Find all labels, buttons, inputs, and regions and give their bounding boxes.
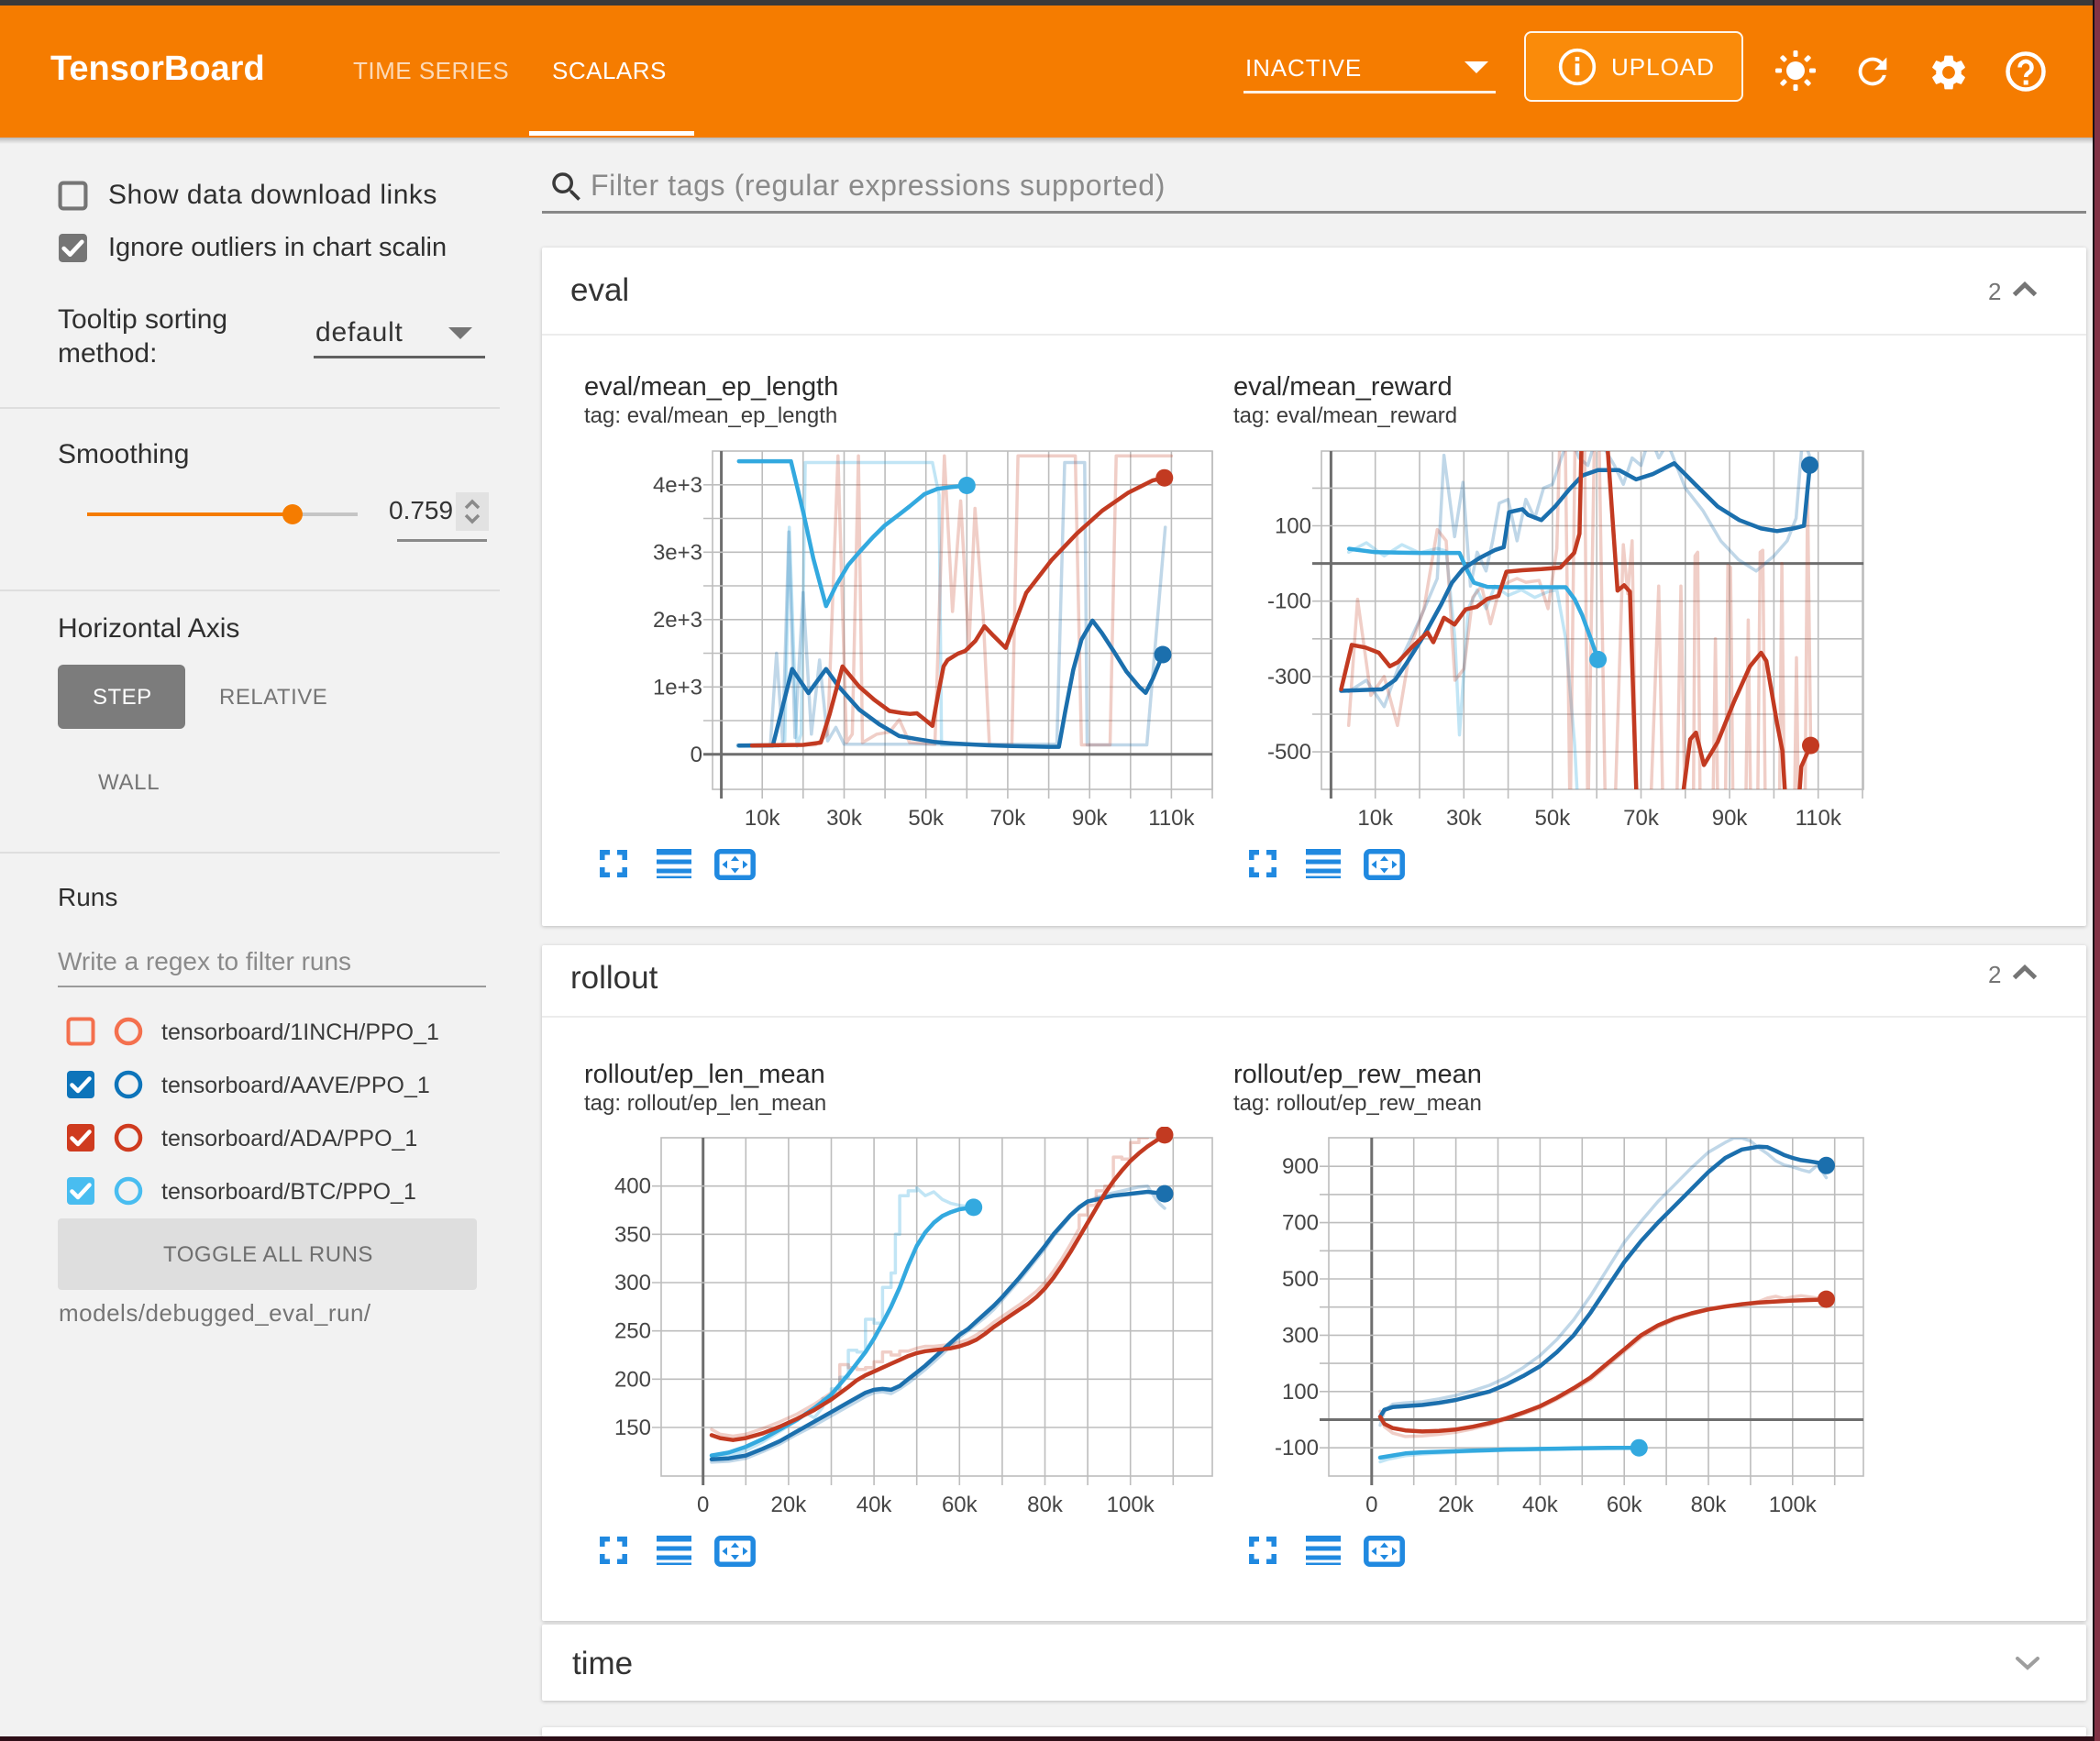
svg-text:40k: 40k	[1522, 1493, 1559, 1517]
svg-text:40k: 40k	[857, 1493, 893, 1517]
svg-text:-500: -500	[1267, 740, 1311, 765]
svg-text:110k: 110k	[1148, 806, 1195, 831]
svg-text:400: 400	[614, 1174, 651, 1199]
svg-text:10k: 10k	[745, 806, 781, 831]
svg-text:700: 700	[1282, 1211, 1319, 1236]
svg-text:300: 300	[1282, 1323, 1319, 1348]
svg-text:500: 500	[1282, 1267, 1319, 1292]
svg-text:100: 100	[1282, 1380, 1319, 1405]
svg-text:30k: 30k	[826, 806, 863, 831]
svg-text:150: 150	[614, 1416, 651, 1440]
svg-text:250: 250	[614, 1319, 651, 1344]
svg-text:30k: 30k	[1446, 806, 1483, 831]
svg-text:0: 0	[1365, 1493, 1377, 1517]
svg-text:10k: 10k	[1357, 806, 1394, 831]
svg-text:3e+3: 3e+3	[653, 540, 702, 565]
svg-text:90k: 90k	[1072, 806, 1109, 831]
svg-text:100: 100	[1275, 514, 1311, 539]
svg-text:300: 300	[614, 1271, 651, 1295]
svg-text:200: 200	[614, 1367, 651, 1392]
svg-text:900: 900	[1282, 1154, 1319, 1179]
svg-text:0: 0	[697, 1493, 709, 1517]
svg-text:90k: 90k	[1712, 806, 1749, 831]
svg-text:110k: 110k	[1796, 806, 1842, 831]
svg-text:-300: -300	[1267, 665, 1311, 689]
svg-text:4e+3: 4e+3	[653, 473, 702, 498]
svg-text:-100: -100	[1275, 1436, 1319, 1460]
svg-text:-100: -100	[1267, 590, 1311, 614]
svg-text:70k: 70k	[990, 806, 1027, 831]
svg-text:2e+3: 2e+3	[653, 608, 702, 633]
svg-text:20k: 20k	[1438, 1493, 1475, 1517]
svg-text:60k: 60k	[942, 1493, 978, 1517]
svg-text:50k: 50k	[908, 806, 945, 831]
svg-text:60k: 60k	[1607, 1493, 1643, 1517]
svg-text:70k: 70k	[1623, 806, 1660, 831]
svg-text:50k: 50k	[1535, 806, 1572, 831]
svg-text:100k: 100k	[1107, 1493, 1155, 1517]
svg-text:1e+3: 1e+3	[653, 675, 702, 700]
svg-text:350: 350	[614, 1222, 651, 1247]
svg-text:100k: 100k	[1769, 1493, 1818, 1517]
svg-text:80k: 80k	[1691, 1493, 1728, 1517]
svg-text:20k: 20k	[771, 1493, 808, 1517]
svg-text:0: 0	[691, 743, 702, 767]
svg-text:80k: 80k	[1027, 1493, 1064, 1517]
